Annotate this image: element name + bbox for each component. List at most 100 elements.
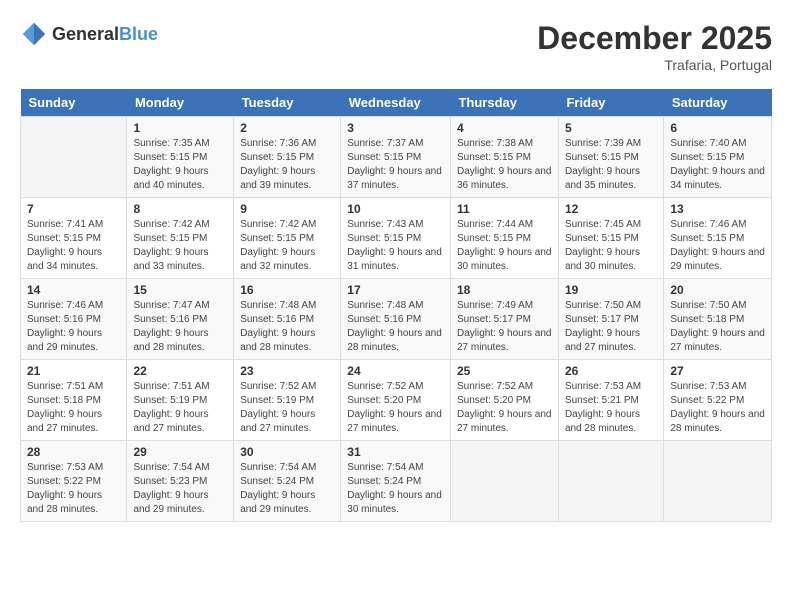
day-info: Sunrise: 7:53 AM Sunset: 5:21 PM Dayligh… (565, 380, 657, 436)
sunset: Sunset: 5:15 PM (670, 233, 744, 244)
sunrise: Sunrise: 7:39 AM (565, 138, 641, 149)
day-number: 13 (670, 202, 765, 216)
day-number: 18 (457, 283, 552, 297)
sunrise: Sunrise: 7:54 AM (347, 462, 423, 473)
daylight: Daylight: 9 hours and 40 minutes. (133, 166, 208, 191)
daylight: Daylight: 9 hours and 34 minutes. (670, 166, 765, 191)
day-number: 31 (347, 445, 444, 459)
day-info: Sunrise: 7:52 AM Sunset: 5:19 PM Dayligh… (240, 380, 334, 436)
sunset: Sunset: 5:16 PM (240, 314, 314, 325)
day-number: 22 (133, 364, 227, 378)
daylight: Daylight: 9 hours and 27 minutes. (457, 328, 552, 353)
day-info: Sunrise: 7:46 AM Sunset: 5:16 PM Dayligh… (27, 299, 120, 355)
daylight: Daylight: 9 hours and 29 minutes. (240, 490, 315, 515)
daylight: Daylight: 9 hours and 29 minutes. (133, 490, 208, 515)
day-info: Sunrise: 7:51 AM Sunset: 5:18 PM Dayligh… (27, 380, 120, 436)
calendar-week: 7 Sunrise: 7:41 AM Sunset: 5:15 PM Dayli… (21, 198, 772, 279)
day-of-week-header: Saturday (664, 89, 772, 117)
sunset: Sunset: 5:19 PM (240, 395, 314, 406)
day-number: 19 (565, 283, 657, 297)
day-info: Sunrise: 7:50 AM Sunset: 5:18 PM Dayligh… (670, 299, 765, 355)
day-info: Sunrise: 7:47 AM Sunset: 5:16 PM Dayligh… (133, 299, 227, 355)
sunrise: Sunrise: 7:44 AM (457, 219, 533, 230)
logo-text: GeneralBlue (52, 24, 158, 45)
sunrise: Sunrise: 7:48 AM (240, 300, 316, 311)
daylight: Daylight: 9 hours and 28 minutes. (670, 409, 765, 434)
calendar-cell: 9 Sunrise: 7:42 AM Sunset: 5:15 PM Dayli… (234, 198, 341, 279)
month-title: December 2025 (537, 20, 772, 57)
calendar-cell: 3 Sunrise: 7:37 AM Sunset: 5:15 PM Dayli… (341, 117, 451, 198)
sunrise: Sunrise: 7:53 AM (565, 381, 641, 392)
daylight: Daylight: 9 hours and 39 minutes. (240, 166, 315, 191)
daylight: Daylight: 9 hours and 37 minutes. (347, 166, 442, 191)
sunset: Sunset: 5:15 PM (133, 233, 207, 244)
sunset: Sunset: 5:17 PM (457, 314, 531, 325)
calendar-cell: 30 Sunrise: 7:54 AM Sunset: 5:24 PM Dayl… (234, 441, 341, 522)
daylight: Daylight: 9 hours and 27 minutes. (457, 409, 552, 434)
daylight: Daylight: 9 hours and 33 minutes. (133, 247, 208, 272)
calendar-cell: 25 Sunrise: 7:52 AM Sunset: 5:20 PM Dayl… (450, 360, 558, 441)
sunset: Sunset: 5:15 PM (240, 233, 314, 244)
day-info: Sunrise: 7:49 AM Sunset: 5:17 PM Dayligh… (457, 299, 552, 355)
day-info: Sunrise: 7:37 AM Sunset: 5:15 PM Dayligh… (347, 137, 444, 193)
sunset: Sunset: 5:23 PM (133, 476, 207, 487)
sunrise: Sunrise: 7:54 AM (133, 462, 209, 473)
daylight: Daylight: 9 hours and 27 minutes. (240, 409, 315, 434)
calendar-cell: 7 Sunrise: 7:41 AM Sunset: 5:15 PM Dayli… (21, 198, 127, 279)
day-number: 12 (565, 202, 657, 216)
calendar-cell: 6 Sunrise: 7:40 AM Sunset: 5:15 PM Dayli… (664, 117, 772, 198)
day-info: Sunrise: 7:51 AM Sunset: 5:19 PM Dayligh… (133, 380, 227, 436)
day-number: 15 (133, 283, 227, 297)
sunrise: Sunrise: 7:52 AM (457, 381, 533, 392)
day-number: 8 (133, 202, 227, 216)
day-info: Sunrise: 7:41 AM Sunset: 5:15 PM Dayligh… (27, 218, 120, 274)
calendar-cell: 18 Sunrise: 7:49 AM Sunset: 5:17 PM Dayl… (450, 279, 558, 360)
sunrise: Sunrise: 7:40 AM (670, 138, 746, 149)
sunset: Sunset: 5:17 PM (565, 314, 639, 325)
sunset: Sunset: 5:15 PM (670, 152, 744, 163)
logo-blue: Blue (119, 24, 158, 44)
daylight: Daylight: 9 hours and 27 minutes. (27, 409, 102, 434)
day-info: Sunrise: 7:44 AM Sunset: 5:15 PM Dayligh… (457, 218, 552, 274)
sunset: Sunset: 5:15 PM (565, 233, 639, 244)
logo: GeneralBlue (20, 20, 158, 48)
sunrise: Sunrise: 7:51 AM (133, 381, 209, 392)
calendar-cell: 10 Sunrise: 7:43 AM Sunset: 5:15 PM Dayl… (341, 198, 451, 279)
calendar-cell: 26 Sunrise: 7:53 AM Sunset: 5:21 PM Dayl… (558, 360, 663, 441)
daylight: Daylight: 9 hours and 28 minutes. (565, 409, 640, 434)
calendar-cell: 27 Sunrise: 7:53 AM Sunset: 5:22 PM Dayl… (664, 360, 772, 441)
sunrise: Sunrise: 7:50 AM (565, 300, 641, 311)
sunrise: Sunrise: 7:50 AM (670, 300, 746, 311)
daylight: Daylight: 9 hours and 28 minutes. (347, 328, 442, 353)
calendar-week: 1 Sunrise: 7:35 AM Sunset: 5:15 PM Dayli… (21, 117, 772, 198)
calendar-cell: 20 Sunrise: 7:50 AM Sunset: 5:18 PM Dayl… (664, 279, 772, 360)
sunset: Sunset: 5:15 PM (457, 233, 531, 244)
day-info: Sunrise: 7:35 AM Sunset: 5:15 PM Dayligh… (133, 137, 227, 193)
calendar-cell: 2 Sunrise: 7:36 AM Sunset: 5:15 PM Dayli… (234, 117, 341, 198)
daylight: Daylight: 9 hours and 35 minutes. (565, 166, 640, 191)
calendar-week: 21 Sunrise: 7:51 AM Sunset: 5:18 PM Dayl… (21, 360, 772, 441)
calendar-cell: 19 Sunrise: 7:50 AM Sunset: 5:17 PM Dayl… (558, 279, 663, 360)
sunrise: Sunrise: 7:53 AM (670, 381, 746, 392)
day-info: Sunrise: 7:54 AM Sunset: 5:24 PM Dayligh… (240, 461, 334, 517)
sunrise: Sunrise: 7:49 AM (457, 300, 533, 311)
calendar-cell: 5 Sunrise: 7:39 AM Sunset: 5:15 PM Dayli… (558, 117, 663, 198)
day-of-week-header: Sunday (21, 89, 127, 117)
sunset: Sunset: 5:18 PM (27, 395, 101, 406)
calendar-cell: 1 Sunrise: 7:35 AM Sunset: 5:15 PM Dayli… (127, 117, 234, 198)
day-of-week-header: Wednesday (341, 89, 451, 117)
day-number: 25 (457, 364, 552, 378)
calendar-cell: 21 Sunrise: 7:51 AM Sunset: 5:18 PM Dayl… (21, 360, 127, 441)
day-number: 1 (133, 121, 227, 135)
calendar-cell: 4 Sunrise: 7:38 AM Sunset: 5:15 PM Dayli… (450, 117, 558, 198)
day-number: 4 (457, 121, 552, 135)
calendar-body: 1 Sunrise: 7:35 AM Sunset: 5:15 PM Dayli… (21, 117, 772, 522)
daylight: Daylight: 9 hours and 29 minutes. (27, 328, 102, 353)
sunset: Sunset: 5:22 PM (670, 395, 744, 406)
day-info: Sunrise: 7:48 AM Sunset: 5:16 PM Dayligh… (347, 299, 444, 355)
sunrise: Sunrise: 7:36 AM (240, 138, 316, 149)
daylight: Daylight: 9 hours and 30 minutes. (457, 247, 552, 272)
day-number: 3 (347, 121, 444, 135)
day-of-week-header: Tuesday (234, 89, 341, 117)
sunrise: Sunrise: 7:52 AM (347, 381, 423, 392)
